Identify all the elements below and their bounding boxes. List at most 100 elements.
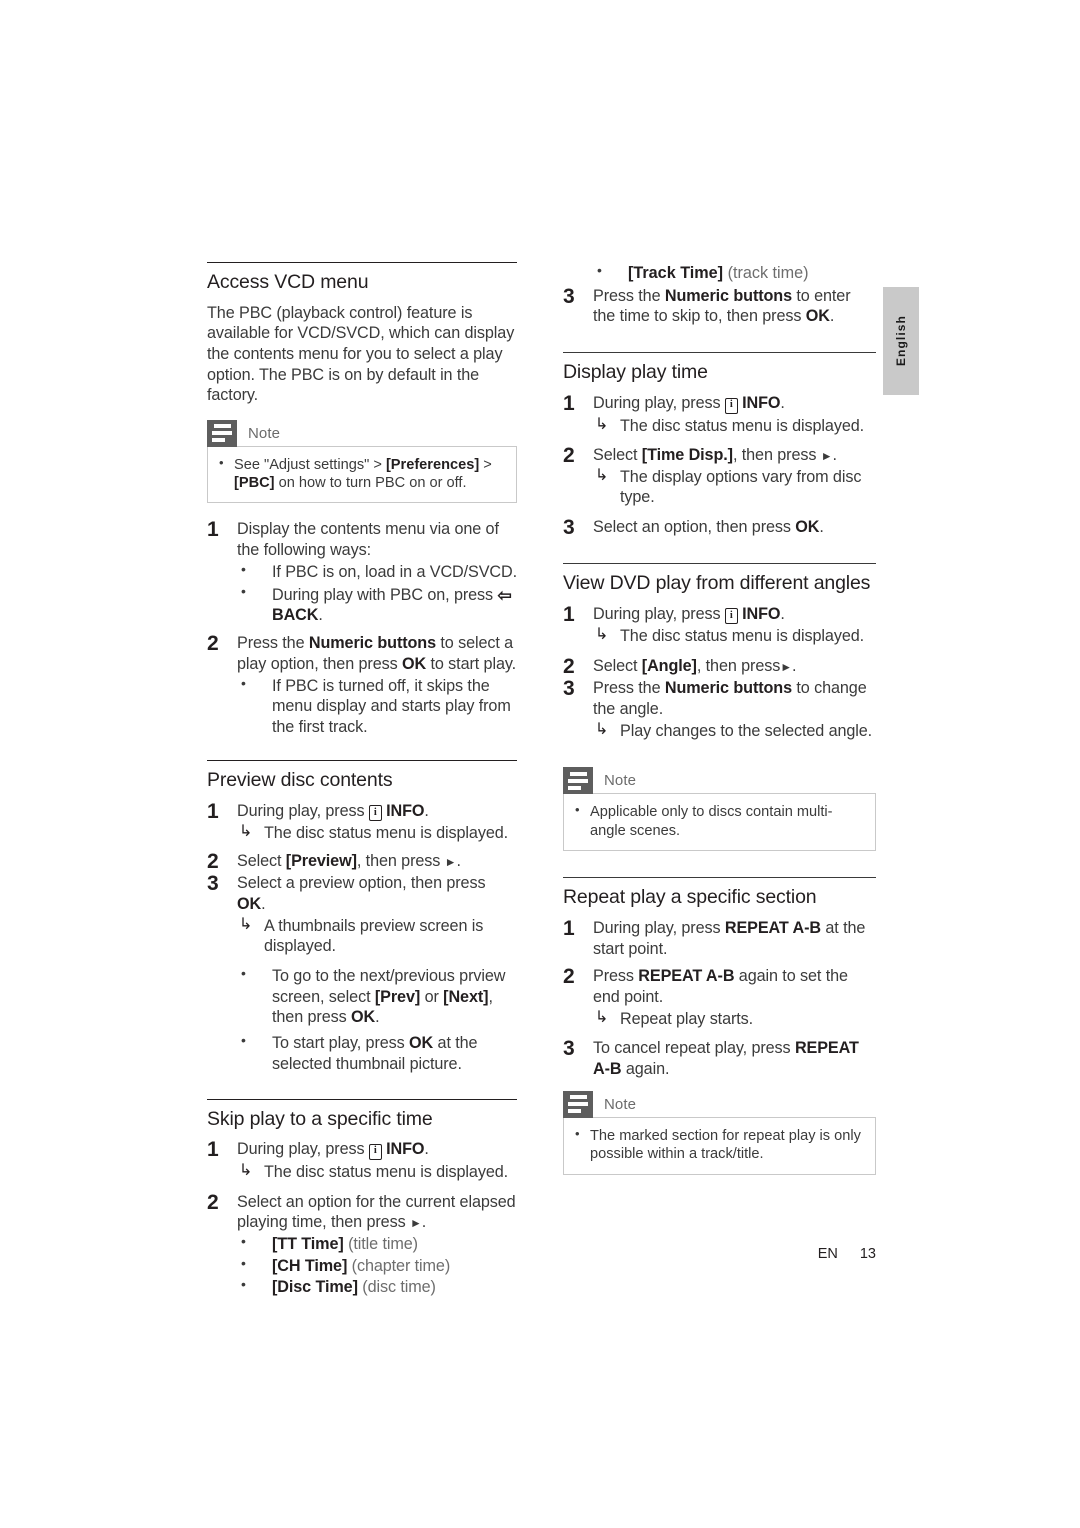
step-list: 1 During play, press i INFO. ↳ The disc s… [563,392,876,539]
note-box: Note • Applicable only to discs contain m… [563,767,876,852]
sub-bullet-list: • [TT Time] (title time) • [CH Time] (chap… [237,1233,517,1298]
step-result-text: The display options vary from disc type. [620,467,862,507]
section-view-dvd-angles: View DVD play from different angles 1 Du… [563,562,876,852]
page-footer: EN 13 [560,1246,876,1262]
bullet-icon: • [241,1233,246,1249]
step-item: 1 During play, press REPEAT A-B at the s… [563,916,876,959]
info-icon: i [368,1143,382,1160]
language-tab: English [883,287,919,395]
section-title: Display play time [563,361,708,384]
note-icon [563,1090,593,1118]
step-result-text: Play changes to the selected angle. [620,721,873,740]
step-list: 3 Press the Numeric buttons to enter the… [563,284,876,327]
step-number: 1 [563,602,575,626]
step-number: 3 [563,284,575,308]
step-number: 2 [207,632,219,656]
left-column: Access VCD menu The PBC (playback contro… [207,262,517,1305]
section-skip-play-specific-time: Skip play to a specific time 1 During pl… [207,1098,517,1299]
note-body: • See "Adjust settings" > [Preferences] >… [207,445,517,504]
section-title: Preview disc contents [207,768,393,791]
step-number: 1 [563,392,575,416]
bullet-icon: • [241,674,246,691]
step-text: Select an option, then press OK. [593,517,824,536]
step-text: To cancel repeat play, press REPEAT A-B … [593,1039,859,1079]
step-item: 2 Select [Preview], then press ►. [207,850,517,873]
step-result: ↳ The display options vary from disc type… [593,467,876,508]
section-divider [563,877,876,879]
back-arrow-icon: ⇦ [497,585,512,605]
step-item: 1 During play, press i INFO. ↳ The disc s… [207,1138,517,1182]
step-number: 1 [207,1138,219,1162]
note-header: Note [207,419,517,447]
sub-bullet-item: • If PBC is turned off, it skips the menu… [241,674,511,737]
step-result: ↳ Repeat play starts. [593,1009,876,1030]
step-result-text: Repeat play starts. [620,1009,754,1028]
note-header: Note [563,1090,876,1118]
step-number: 3 [207,872,219,896]
step-text: During play, press i INFO. [237,1140,429,1160]
footer-language-code: EN [817,1246,838,1262]
note-label: Note [604,772,637,790]
section-title: Skip play to a specific time [207,1107,433,1130]
note-header: Note [563,767,876,795]
sub-bullet-item: • [CH Time] (chapter time) [241,1254,451,1275]
step-item: 3 To cancel repeat play, press REPEAT A-… [563,1037,876,1079]
step-number: 3 [563,1037,575,1061]
section-access-vcd-menu: Access VCD menu The PBC (playback contro… [207,262,517,738]
step-item: 2 Select [Time Disp.], then press ►. ↳ Th… [563,444,876,508]
sub-bullet-item: • [Track Time] (track time) [597,262,809,282]
result-arrow-icon: ↳ [595,1008,609,1026]
step-result-text: The disc status menu is displayed. [620,627,865,646]
step-number: 3 [563,515,575,539]
bullet-icon: • [219,454,224,470]
step-list: 1 Display the contents menu via one of t… [207,518,518,738]
section-display-play-time: Display play time 1 During play, press i… [563,352,876,539]
step-item: 3 Press the Numeric buttons to change th… [563,677,876,741]
step-text: Press the Numeric buttons to select a pl… [237,634,517,673]
step-item: 1 During play, press i INFO. ↳ The disc s… [563,602,876,647]
section-divider [207,1098,517,1100]
step-item: 1 During play, press i INFO. ↳ The disc s… [563,392,876,436]
step-list: 1 During play, press i INFO. ↳ The disc s… [207,1138,517,1298]
result-arrow-icon: ↳ [239,915,253,933]
section-title: Repeat play a specific section [563,886,817,909]
note-label: Note [248,424,281,442]
section-title: View DVD play from different angles [563,571,871,594]
sub-bullet-item: • [TT Time] (title time) [241,1233,418,1253]
bullet-icon: • [241,964,246,981]
result-arrow-icon: ↳ [239,1161,253,1179]
step-item: 2 Press REPEAT A-B again to set the end … [563,965,876,1030]
step-text: Select [Angle], then press►. [593,656,797,675]
bullet-icon: • [597,262,602,278]
sub-bullet-list: • To go to the next/previous prview scree… [237,964,517,1075]
section-divider [563,562,876,564]
sub-bullet-item: • To start play, press OK at the selected… [241,1032,478,1073]
result-arrow-icon: ↳ [595,720,609,738]
bullet-icon: • [241,560,246,577]
sub-bullet-item: • If PBC is on, load in a VCD/SVCD. [241,560,518,581]
step-text: Press the Numeric buttons to enter the t… [593,286,851,326]
step-result: ↳ The disc status menu is displayed. [237,823,517,844]
section-divider [207,759,517,761]
sub-bullet-item: • During play with PBC on, press ⇦ BACK. [241,582,512,625]
step-result-text: A thumbnails preview screen is displayed… [264,916,484,956]
manual-page: Access VCD menu The PBC (playback contro… [0,0,1080,1528]
note-box: Note • The marked section for repeat play… [563,1090,876,1175]
note-label: Note [604,1095,637,1113]
section-intro-paragraph: The PBC (playback control) feature is av… [207,303,515,405]
bullet-icon: • [575,1125,580,1141]
sub-bullet-list: • If PBC is turned off, it skips the menu… [237,674,517,738]
step-result-text: The disc status menu is displayed. [620,416,865,435]
info-icon: i [368,805,382,822]
bullet-icon: • [241,582,246,599]
result-arrow-icon: ↳ [595,415,609,433]
bullet-icon: • [241,1276,246,1293]
note-body: • Applicable only to discs contain multi-… [563,793,876,852]
info-icon: i [724,608,738,625]
step-text: Select an option for the current elapsed… [237,1192,516,1232]
result-arrow-icon: ↳ [595,626,609,644]
step-text: Press the Numeric buttons to change the … [593,679,867,719]
step-number: 2 [207,1190,219,1214]
step-number: 1 [563,916,575,940]
note-item: • The marked section for repeat play is o… [574,1125,863,1164]
